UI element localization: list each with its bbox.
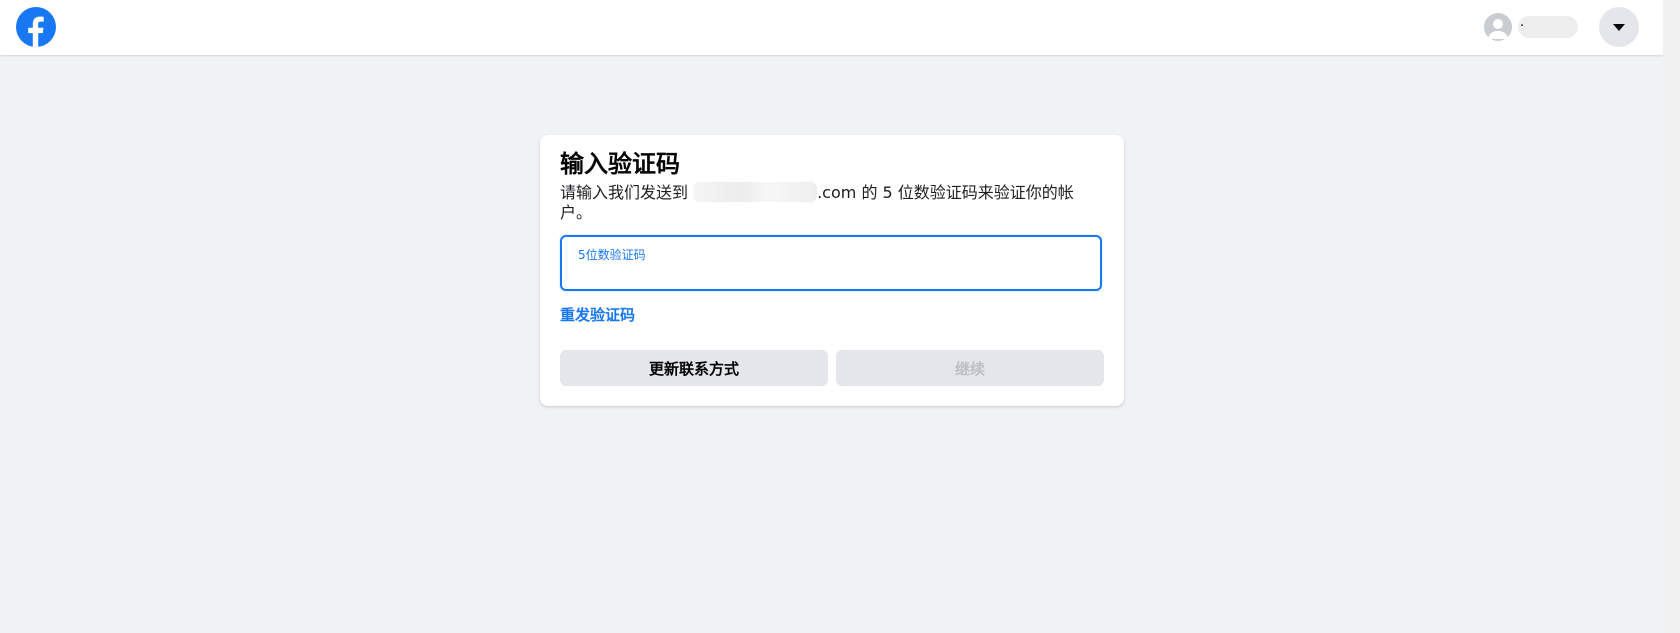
facebook-logo-icon[interactable] xyxy=(16,7,56,47)
redacted-email xyxy=(693,182,818,202)
profile-shortcut[interactable]: · xyxy=(1484,12,1584,42)
user-silhouette-icon xyxy=(1484,13,1512,41)
instruction-text: 请输入我们发送到 .com 的 5 位数验证码来验证你的帐户。 xyxy=(560,182,1100,223)
caret-down-icon xyxy=(1613,24,1625,31)
continue-button[interactable]: 继续 xyxy=(836,350,1104,386)
instruction-text-start: 请输入我们发送到 xyxy=(560,183,694,202)
verification-code-field[interactable]: 5位数验证码 xyxy=(560,235,1102,291)
page-title: 输入验证码 xyxy=(560,150,680,178)
update-contact-button[interactable]: 更新联系方式 xyxy=(560,350,828,386)
verification-card: 输入验证码 请输入我们发送到 .com 的 5 位数验证码来验证你的帐户。 5位… xyxy=(540,135,1124,406)
verification-code-label: 5位数验证码 xyxy=(578,248,646,262)
avatar xyxy=(1484,13,1512,41)
page-scrollbar[interactable] xyxy=(1663,0,1680,633)
account-menu-button[interactable] xyxy=(1599,7,1639,47)
resend-code-link[interactable]: 重发验证码 xyxy=(560,305,635,325)
profile-name: · xyxy=(1518,16,1578,38)
verification-code-input[interactable] xyxy=(576,263,1086,285)
top-navigation-bar: · xyxy=(0,0,1663,55)
